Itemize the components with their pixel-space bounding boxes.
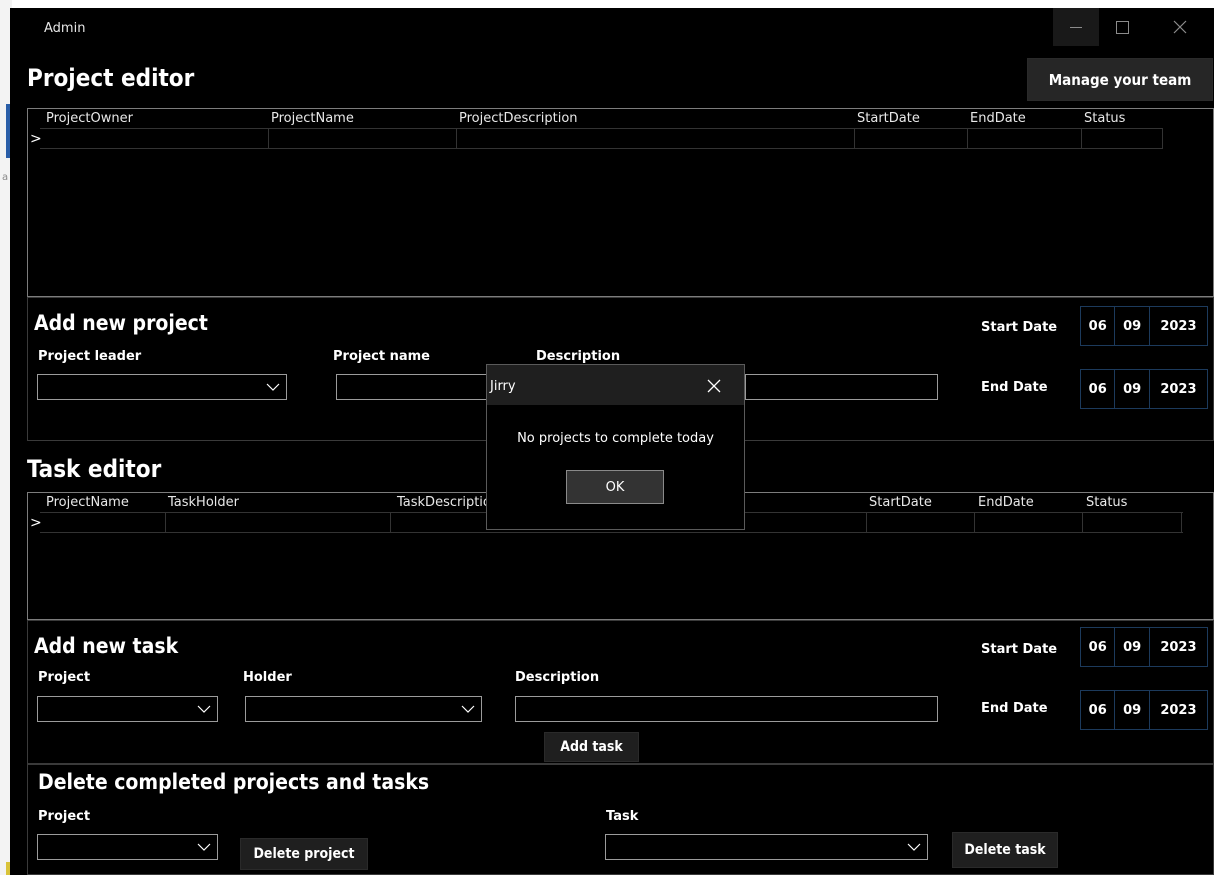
chevron-down-icon — [907, 843, 921, 851]
project-grid-new-row[interactable] — [40, 128, 1163, 149]
add-project-title: Add new project — [34, 311, 208, 335]
project-leader-dropdown[interactable] — [37, 374, 287, 400]
project-end-date-label: End Date — [981, 380, 1048, 395]
manage-team-button[interactable]: Manage your team — [1027, 58, 1213, 101]
row-indicator-icon: > — [30, 131, 42, 147]
minimize-button[interactable] — [1053, 8, 1099, 46]
add-task-button[interactable]: Add task — [544, 732, 639, 762]
start-day: 06 — [1081, 307, 1116, 345]
close-window-button[interactable] — [1145, 8, 1214, 46]
task-col-projectname[interactable]: ProjectName — [46, 493, 166, 512]
admin-window: Admin Project editor Manage your team Pr… — [10, 8, 1214, 875]
start-year: 2023 — [1160, 318, 1197, 334]
task-editor-title: Task editor — [27, 455, 162, 483]
task-holder-dropdown[interactable] — [245, 696, 482, 722]
task-col-holder[interactable]: TaskHolder — [168, 493, 388, 512]
task-col-status[interactable]: Status — [1086, 493, 1176, 512]
task-description-input[interactable] — [515, 696, 938, 722]
end-day: 06 — [1081, 370, 1116, 408]
page-title: Project editor — [27, 64, 195, 92]
project-col-startdate[interactable]: StartDate — [857, 109, 967, 128]
project-name-label: Project name — [333, 349, 430, 364]
task-project-dropdown[interactable] — [37, 696, 218, 722]
end-year: 2023 — [1160, 381, 1197, 397]
desktop-glyph: a — [2, 172, 9, 183]
project-start-date-picker[interactable]: 06 09 2023 — [1080, 306, 1208, 346]
add-task-title: Add new task — [34, 634, 179, 658]
chevron-down-icon — [197, 843, 211, 851]
task-start-month: 09 — [1115, 628, 1150, 666]
task-col-startdate[interactable]: StartDate — [869, 493, 969, 512]
task-start-day: 06 — [1081, 628, 1116, 666]
dialog-ok-button[interactable]: OK — [566, 470, 664, 504]
task-end-month: 09 — [1115, 691, 1150, 729]
dialog-title: Jirry — [490, 379, 516, 394]
row-indicator-icon: > — [30, 515, 42, 531]
task-start-year: 2023 — [1160, 639, 1197, 655]
project-leader-label: Project leader — [38, 349, 142, 364]
delete-task-button[interactable]: Delete task — [952, 832, 1058, 868]
task-col-enddate[interactable]: EndDate — [978, 493, 1078, 512]
project-col-owner[interactable]: ProjectOwner — [46, 109, 266, 128]
project-col-description[interactable]: ProjectDescription — [459, 109, 855, 128]
close-icon — [707, 379, 721, 393]
task-holder-label: Holder — [243, 670, 292, 685]
task-end-year: 2023 — [1160, 702, 1197, 718]
maximize-button[interactable] — [1099, 8, 1145, 46]
project-col-name[interactable]: ProjectName — [271, 109, 456, 128]
project-start-date-label: Start Date — [981, 320, 1058, 335]
project-col-status[interactable]: Status — [1084, 109, 1164, 128]
window-titlebar: Admin — [10, 8, 1214, 46]
chevron-down-icon — [266, 383, 280, 391]
project-end-date-picker[interactable]: 06 09 2023 — [1080, 369, 1208, 409]
window-title: Admin — [44, 21, 86, 36]
project-grid[interactable]: ProjectOwner ProjectName ProjectDescript… — [27, 108, 1214, 297]
minimize-icon — [1070, 26, 1082, 28]
delete-section-title: Delete completed projects and tasks — [38, 770, 430, 794]
project-description-input[interactable] — [745, 374, 938, 400]
task-project-label: Project — [38, 670, 91, 685]
dialog-close-button[interactable] — [699, 375, 729, 397]
start-month: 09 — [1115, 307, 1150, 345]
project-col-enddate[interactable]: EndDate — [970, 109, 1080, 128]
chevron-down-icon — [461, 705, 475, 713]
dialog-titlebar: Jirry — [487, 365, 744, 405]
project-name-input[interactable] — [336, 374, 491, 400]
dialog-message: No projects to complete today — [517, 431, 714, 446]
delete-project-dropdown[interactable] — [37, 834, 218, 860]
task-end-day: 06 — [1081, 691, 1116, 729]
maximize-icon — [1115, 20, 1129, 34]
task-start-date-label: Start Date — [981, 642, 1058, 657]
project-description-label: Description — [536, 349, 621, 364]
task-start-date-picker[interactable]: 06 09 2023 — [1080, 627, 1208, 667]
delete-project-button[interactable]: Delete project — [240, 838, 368, 870]
delete-project-label: Project — [38, 809, 91, 824]
chevron-down-icon — [197, 705, 211, 713]
task-end-date-picker[interactable]: 06 09 2023 — [1080, 690, 1208, 730]
task-description-label: Description — [515, 670, 600, 685]
close-icon — [1173, 20, 1186, 34]
end-month: 09 — [1115, 370, 1150, 408]
task-end-date-label: End Date — [981, 701, 1048, 716]
delete-task-label: Task — [606, 809, 639, 824]
message-dialog: Jirry No projects to complete today OK — [486, 364, 745, 530]
delete-task-dropdown[interactable] — [605, 834, 928, 860]
